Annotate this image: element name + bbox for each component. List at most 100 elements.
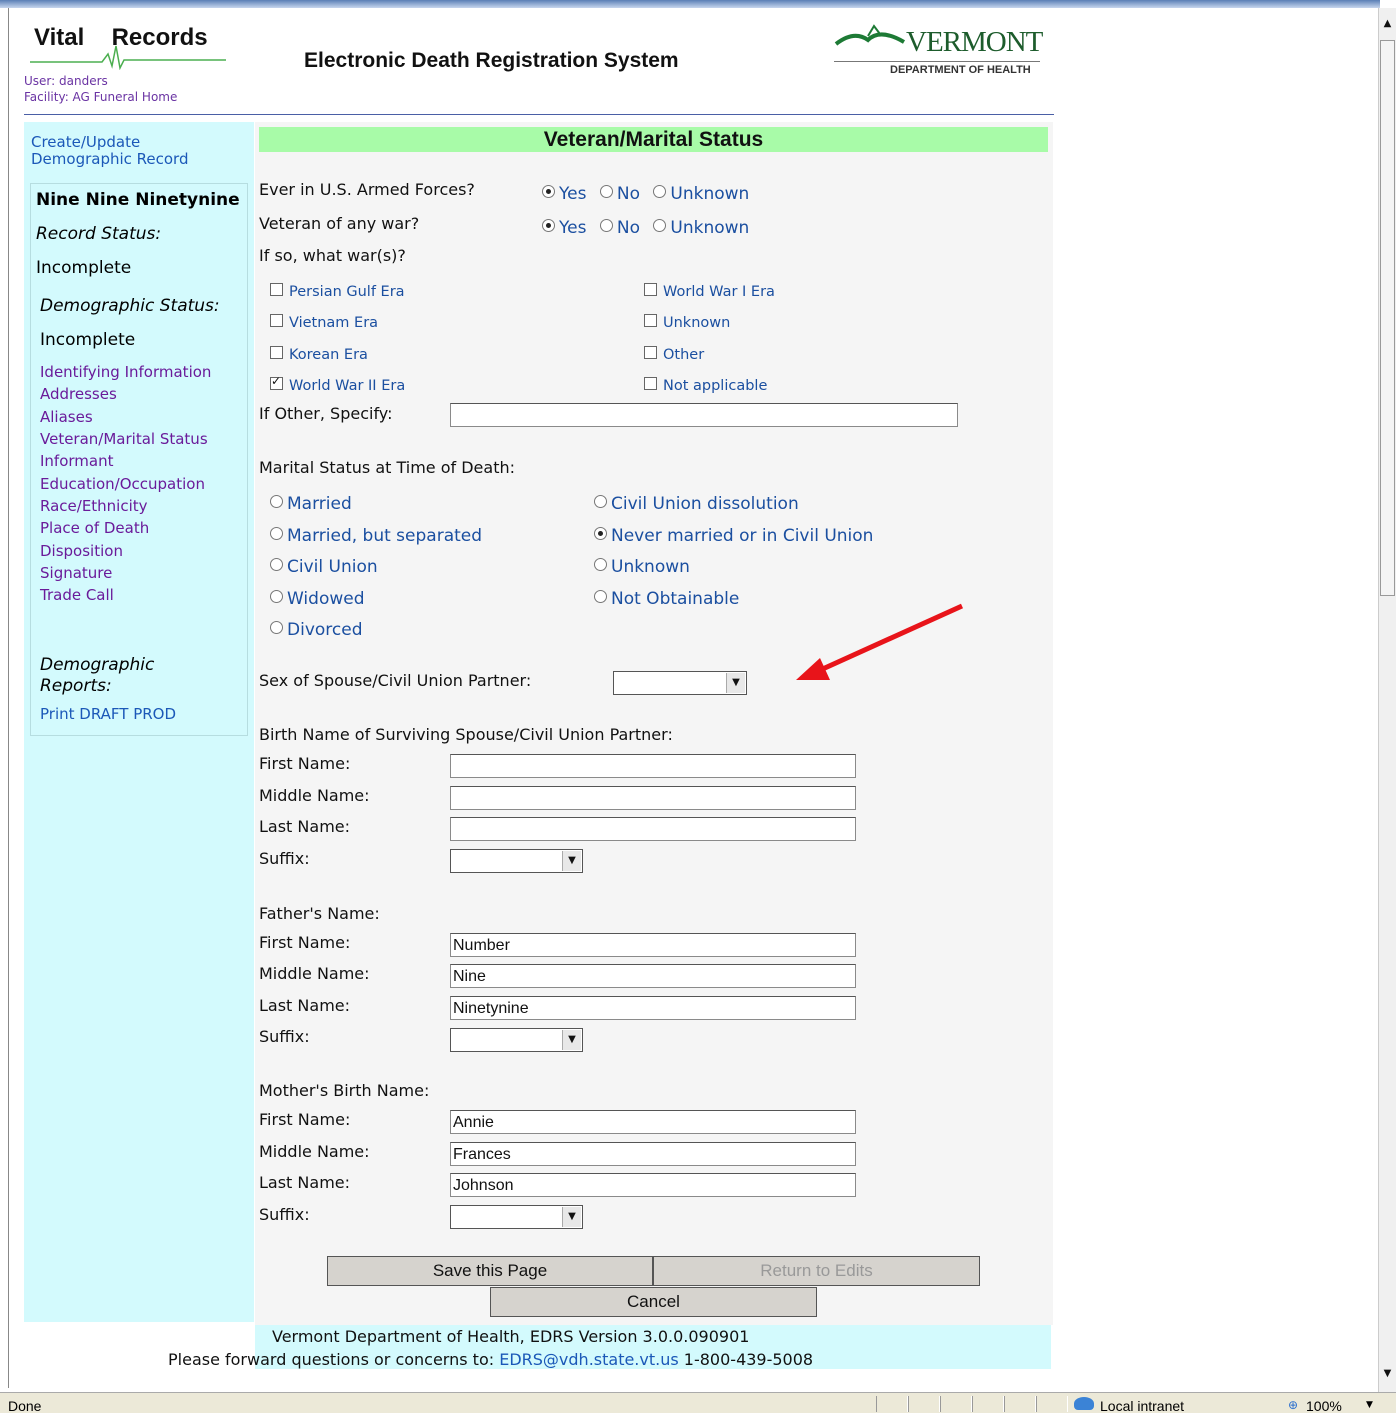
- create-update-link-line2[interactable]: Demographic Record: [31, 151, 189, 168]
- nav-trade-call[interactable]: Trade Call: [40, 586, 114, 604]
- mother-middle-name-label: Middle Name:: [259, 1142, 370, 1161]
- marital-civil-union-dissolution[interactable]: Civil Union dissolution: [594, 494, 799, 514]
- scroll-down-icon[interactable]: ▼: [1379, 1360, 1396, 1388]
- war-label-korean: Korean Era: [289, 347, 368, 363]
- dropdown-arrow-icon[interactable]: ▼: [562, 851, 581, 871]
- scroll-up-icon[interactable]: ▲: [1379, 10, 1396, 38]
- spouse-middle-name-input[interactable]: [450, 786, 856, 810]
- father-middle-name-input[interactable]: Nine: [450, 964, 856, 988]
- armed-forces-unknown[interactable]: Unknown: [653, 184, 749, 204]
- armed-forces-no[interactable]: No: [599, 184, 640, 204]
- radio-icon[interactable]: [599, 185, 613, 198]
- radio-icon[interactable]: [270, 558, 283, 571]
- spouse-sex-select[interactable]: ▼: [613, 671, 747, 695]
- mother-middle-name-input[interactable]: Frances: [450, 1142, 856, 1166]
- nav-aliases[interactable]: Aliases: [40, 408, 93, 426]
- radio-icon[interactable]: [594, 590, 607, 603]
- nav-veteran-marital-status[interactable]: Veteran/Marital Status: [40, 430, 208, 448]
- checkbox-icon[interactable]: [270, 346, 283, 359]
- war-checkbox-wwii[interactable]: World War II Era: [270, 374, 405, 394]
- create-update-link-line1[interactable]: Create/Update: [31, 134, 189, 151]
- zoom-icon[interactable]: ⊕: [1288, 1398, 1298, 1412]
- radio-icon[interactable]: [542, 185, 555, 198]
- checkbox-checked-icon[interactable]: [270, 374, 283, 390]
- radio-icon[interactable]: [270, 621, 283, 634]
- father-last-name-input[interactable]: Ninetynine: [450, 996, 856, 1020]
- dropdown-arrow-icon[interactable]: ▼: [562, 1030, 581, 1050]
- mother-suffix-select[interactable]: ▼: [450, 1205, 583, 1229]
- radio-selected-icon[interactable]: [594, 527, 607, 540]
- marital-never-married[interactable]: Never married or in Civil Union: [594, 526, 873, 546]
- radio-icon[interactable]: [594, 495, 607, 508]
- war-checkbox-unknown[interactable]: Unknown: [644, 314, 730, 331]
- father-first-name-input[interactable]: Number: [450, 933, 856, 957]
- marital-not-obtainable[interactable]: Not Obtainable: [594, 589, 739, 609]
- dropdown-arrow-icon[interactable]: ▼: [726, 673, 745, 693]
- footer-phone: 1-800-439-5008: [683, 1350, 814, 1369]
- radio-icon[interactable]: [542, 219, 555, 232]
- veteran-yes[interactable]: Yes: [542, 218, 586, 238]
- mother-last-name-input[interactable]: Johnson: [450, 1173, 856, 1197]
- war-checkbox-other[interactable]: Other: [644, 346, 704, 363]
- section-title: Veteran/Marital Status: [259, 127, 1048, 152]
- radio-icon[interactable]: [594, 558, 607, 571]
- veteran-no[interactable]: No: [599, 218, 640, 238]
- marital-divorced-label: Divorced: [287, 620, 363, 640]
- marital-widowed[interactable]: Widowed: [270, 589, 365, 609]
- nav-informant[interactable]: Informant: [40, 452, 113, 470]
- armed-forces-yes[interactable]: Yes: [542, 184, 586, 204]
- radio-icon[interactable]: [270, 527, 283, 540]
- annotation-arrow-icon: [796, 603, 964, 680]
- radio-icon[interactable]: [270, 590, 283, 603]
- nav-race-ethnicity[interactable]: Race/Ethnicity: [40, 497, 148, 515]
- father-suffix-select[interactable]: ▼: [450, 1028, 583, 1052]
- cancel-button[interactable]: Cancel: [490, 1287, 817, 1317]
- war-checkbox-korean[interactable]: Korean Era: [270, 346, 368, 363]
- marital-divorced[interactable]: Divorced: [270, 620, 363, 640]
- war-checkbox-wwi[interactable]: World War I Era: [644, 283, 775, 300]
- zoom-dropdown-icon[interactable]: ▼: [1366, 1400, 1373, 1410]
- father-first-name-label: First Name:: [259, 933, 351, 952]
- create-update-link[interactable]: Create/Update Demographic Record: [31, 134, 189, 168]
- war-label-vietnam: Vietnam Era: [289, 315, 379, 331]
- checkbox-icon[interactable]: [644, 314, 657, 327]
- radio-icon[interactable]: [270, 495, 283, 508]
- veteran-options: Yes No Unknown: [542, 218, 749, 238]
- mother-first-name-input[interactable]: Annie: [450, 1110, 856, 1134]
- spouse-suffix-select[interactable]: ▼: [450, 849, 583, 873]
- spouse-first-name-input[interactable]: [450, 754, 856, 778]
- wars-label: If so, what war(s)?: [259, 246, 406, 265]
- father-middle-name-label: Middle Name:: [259, 964, 370, 983]
- radio-icon[interactable]: [653, 219, 667, 232]
- marital-unknown[interactable]: Unknown: [594, 557, 690, 577]
- checkbox-icon[interactable]: [270, 283, 283, 296]
- nav-identifying-information[interactable]: Identifying Information: [40, 363, 211, 381]
- spouse-last-name-input[interactable]: [450, 817, 856, 841]
- checkbox-icon[interactable]: [644, 377, 657, 390]
- radio-icon[interactable]: [653, 185, 667, 198]
- checkbox-icon[interactable]: [644, 346, 657, 359]
- save-page-button[interactable]: Save this Page: [327, 1256, 653, 1286]
- nav-signature[interactable]: Signature: [40, 564, 112, 582]
- marital-married-separated[interactable]: Married, but separated: [270, 526, 482, 546]
- nav-disposition[interactable]: Disposition: [40, 542, 123, 560]
- checkbox-icon[interactable]: [270, 314, 283, 327]
- nav-education-occupation[interactable]: Education/Occupation: [40, 475, 205, 493]
- marital-married[interactable]: Married: [270, 494, 352, 514]
- armed-forces-yes-label: Yes: [559, 184, 587, 204]
- war-checkbox-not-applicable[interactable]: Not applicable: [644, 377, 767, 394]
- radio-icon[interactable]: [599, 219, 613, 232]
- marital-civil-union[interactable]: Civil Union: [270, 557, 378, 577]
- veteran-unknown[interactable]: Unknown: [653, 218, 749, 238]
- demographic-reports-label-line2: Reports:: [40, 676, 112, 696]
- nav-addresses[interactable]: Addresses: [40, 385, 117, 403]
- footer-email-link[interactable]: EDRS@vdh.state.vt.us: [499, 1350, 678, 1369]
- nav-place-of-death[interactable]: Place of Death: [40, 519, 149, 537]
- war-checkbox-vietnam[interactable]: Vietnam Era: [270, 314, 378, 331]
- scrollbar-thumb[interactable]: [1380, 40, 1395, 596]
- other-specify-input[interactable]: [450, 403, 958, 427]
- checkbox-icon[interactable]: [644, 283, 657, 296]
- war-checkbox-persian-gulf[interactable]: Persian Gulf Era: [270, 283, 405, 300]
- print-draft-link[interactable]: Print DRAFT PROD: [40, 705, 176, 723]
- dropdown-arrow-icon[interactable]: ▼: [562, 1207, 581, 1227]
